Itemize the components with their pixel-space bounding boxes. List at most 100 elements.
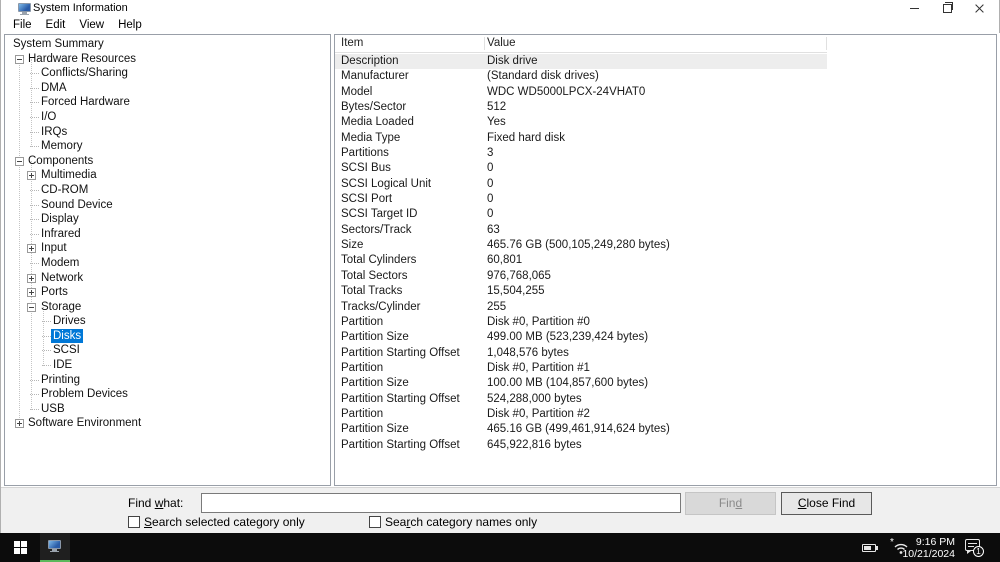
tree-item-hardware-resources[interactable]: Hardware Resources [5,52,330,67]
table-row[interactable]: Model WDC WD5000LPCX-24VHAT0 [335,85,827,100]
close-button[interactable] [963,0,995,16]
expand-icon[interactable] [27,171,36,181]
table-row[interactable]: Partition Disk #0, Partition #1 [335,361,827,376]
item-cell: Size [341,239,364,252]
minimize-button[interactable] [899,0,931,16]
tree-item-dma[interactable]: DMA [5,81,330,96]
expand-icon[interactable] [27,244,36,254]
value-cell: Disk #0, Partition #1 [487,361,590,374]
column-header-value[interactable]: Value [487,37,516,49]
collapse-icon[interactable] [15,54,24,64]
table-row[interactable]: Manufacturer (Standard disk drives) [335,69,827,84]
search-selected-category-label: Search selected category only [144,515,305,529]
table-row[interactable]: Description Disk drive [335,54,827,70]
table-row[interactable]: Partition Size 465.16 GB (499,461,914,624… [335,422,827,437]
tree-item-printing[interactable]: Printing [5,373,330,388]
tree-item-software-environment[interactable]: Software Environment [5,416,330,431]
value-cell: 0 [487,177,494,190]
table-row[interactable]: Tracks/Cylinder 255 [335,300,827,315]
tree-item-display[interactable]: Display [5,212,330,227]
tree-item-i-o[interactable]: I/O [5,110,330,125]
table-row[interactable]: Partition Disk #0, Partition #2 [335,407,827,422]
taskbar-system-information-app[interactable] [40,533,70,562]
column-header-item[interactable]: Item [341,37,363,49]
collapse-icon[interactable] [15,156,24,166]
menu-help[interactable]: Help [111,18,149,32]
content-area: System Summary Hardware Resources Conflict… [1,33,1000,487]
tree-connector [30,204,39,206]
value-cell: 60,801 [487,254,523,267]
tree-item-sound-device[interactable]: Sound Device [5,198,330,213]
table-row[interactable]: Partition Starting Offset 1,048,576 bytes [335,346,827,361]
table-row[interactable]: Partitions 3 [335,146,827,161]
close-find-button[interactable]: Close Find [781,492,872,515]
tree-item-components[interactable]: Components [5,154,330,169]
battery-icon[interactable] [862,544,878,552]
tree-item-network[interactable]: Network [5,271,330,286]
find-button[interactable]: Find [685,492,776,515]
search-selected-category-checkbox[interactable] [128,516,140,528]
details-panel: Item Value Description Disk drive Manufact… [334,34,997,486]
table-row[interactable]: Sectors/Track 63 [335,223,827,238]
start-button[interactable] [6,533,34,562]
table-row[interactable]: Partition Size 499.00 MB (523,239,424 byt… [335,330,827,345]
table-row[interactable]: Size 465.76 GB (500,105,249,280 bytes) [335,238,827,253]
item-cell: SCSI Logical Unit [341,177,432,190]
tree-item-disks[interactable]: Disks [5,328,330,344]
table-row[interactable]: Total Tracks 15,504,255 [335,284,827,299]
action-center-icon[interactable]: 1 [965,539,984,557]
table-row[interactable]: SCSI Target ID 0 [335,207,827,222]
tree-item-ide[interactable]: IDE [5,358,330,373]
tree-item-usb[interactable]: USB [5,402,330,417]
tree-item-memory[interactable]: Memory [5,139,330,154]
tree-connector [30,408,39,410]
table-row[interactable]: Media Loaded Yes [335,115,827,130]
expand-icon[interactable] [27,288,36,298]
menu-file[interactable]: File [6,18,39,32]
menu-edit[interactable]: Edit [39,18,73,32]
restore-button[interactable] [931,0,963,16]
table-row[interactable]: SCSI Bus 0 [335,161,827,176]
tree-item-label: Hardware Resources [28,52,137,65]
tree-item-conflicts-sharing[interactable]: Conflicts/Sharing [5,66,330,81]
taskbar-clock[interactable]: 9:16 PM 10/21/2024 [880,536,955,560]
table-row[interactable]: Partition Starting Offset 645,922,816 byt… [335,438,827,453]
tree-connector [42,365,51,367]
find-input[interactable] [201,493,681,513]
table-row[interactable]: Partition Starting Offset 524,288,000 byt… [335,392,827,407]
table-row[interactable]: Total Sectors 976,768,065 [335,269,827,284]
table-row[interactable]: SCSI Port 0 [335,192,827,207]
table-row[interactable]: Total Cylinders 60,801 [335,253,827,268]
search-category-names-checkbox[interactable] [369,516,381,528]
tree-item-forced-hardware[interactable]: Forced Hardware [5,95,330,110]
tree-item-scsi[interactable]: SCSI [5,343,330,358]
column-divider[interactable] [484,37,485,50]
menu-view[interactable]: View [72,18,111,32]
column-divider[interactable] [826,37,827,50]
tree-item-cd-rom[interactable]: CD-ROM [5,183,330,198]
tree-item-drives[interactable]: Drives [5,314,330,329]
value-cell: 465.16 GB (499,461,914,624 bytes) [487,423,670,436]
tree-item-input[interactable]: Input [5,241,330,256]
table-row[interactable]: Bytes/Sector 512 [335,100,827,115]
table-row[interactable]: SCSI Logical Unit 0 [335,177,827,192]
tree-item-multimedia[interactable]: Multimedia [5,168,330,183]
tree-connector [30,131,39,133]
item-cell: SCSI Bus [341,162,391,175]
tree-item-modem[interactable]: Modem [5,256,330,271]
tree-item-system-summary[interactable]: System Summary [5,37,330,52]
category-tree-panel: System Summary Hardware Resources Conflict… [4,34,331,486]
table-row[interactable]: Partition Size 100.00 MB (104,857,600 byt… [335,376,827,391]
expand-icon[interactable] [27,273,36,283]
tree-item-ports[interactable]: Ports [5,285,330,300]
tree-item-infrared[interactable]: Infrared [5,227,330,242]
tree-item-irqs[interactable]: IRQs [5,125,330,140]
expand-icon[interactable] [15,419,24,429]
table-row[interactable]: Media Type Fixed hard disk [335,131,827,146]
collapse-icon[interactable] [27,302,36,312]
tree-item-storage[interactable]: Storage [5,300,330,315]
table-row[interactable]: Partition Disk #0, Partition #0 [335,315,827,330]
value-cell: 100.00 MB (104,857,600 bytes) [487,377,649,390]
item-cell: Media Type [341,131,401,144]
tree-item-problem-devices[interactable]: Problem Devices [5,387,330,402]
